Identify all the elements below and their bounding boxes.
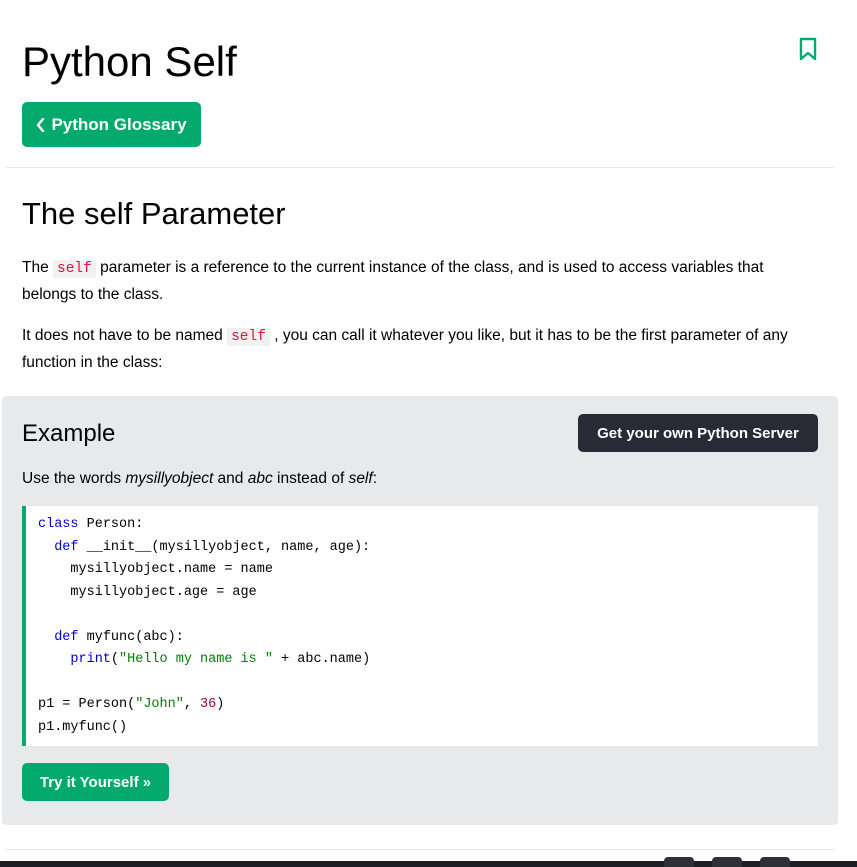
bottom-toolbar bbox=[0, 857, 857, 867]
divider bbox=[6, 849, 834, 850]
divider bbox=[6, 167, 834, 168]
toolbar-tab[interactable] bbox=[664, 857, 694, 867]
inline-code-self: self bbox=[53, 260, 96, 278]
code-line: print("Hello my name is " + abc.name) bbox=[70, 652, 371, 667]
python-glossary-label: Python Glossary bbox=[51, 114, 187, 134]
try-it-yourself-button[interactable]: Try it Yourself » bbox=[22, 763, 169, 801]
code-line: def __init__(mysillyobject, name, age): bbox=[54, 539, 371, 555]
python-glossary-button[interactable]: Python Glossary bbox=[22, 102, 201, 147]
bookmark-icon[interactable] bbox=[797, 37, 819, 61]
chevron-left-icon bbox=[36, 117, 45, 132]
toolbar-tab[interactable] bbox=[712, 857, 742, 867]
paragraph-self-naming: It does not have to be named self , you … bbox=[22, 327, 788, 371]
code-line: class Person: bbox=[38, 517, 144, 532]
code-line: mysillyobject.name = name bbox=[38, 562, 273, 577]
example-title: Example bbox=[22, 420, 116, 447]
code-line: mysillyobject.age = age bbox=[38, 584, 257, 600]
code-line: p1 = Person("John", 36) bbox=[38, 697, 225, 712]
code-example: class Person: def __init__(mysillyobject… bbox=[22, 506, 818, 746]
inline-code-self: self bbox=[227, 328, 270, 346]
toolbar-tab[interactable] bbox=[760, 857, 790, 867]
code-line: p1.myfunc() bbox=[38, 719, 128, 735]
example-box: Example Get your own Python Server Use t… bbox=[2, 396, 838, 825]
section-heading: The self Parameter bbox=[22, 196, 286, 231]
example-description: Use the words mysillyobject and abc inst… bbox=[22, 470, 377, 487]
paragraph-self-reference: The self parameter is a reference to the… bbox=[22, 259, 764, 303]
page-title: Python Self bbox=[22, 38, 237, 85]
code-line: def myfunc(abc): bbox=[54, 629, 184, 645]
get-python-server-button[interactable]: Get your own Python Server bbox=[578, 414, 818, 452]
